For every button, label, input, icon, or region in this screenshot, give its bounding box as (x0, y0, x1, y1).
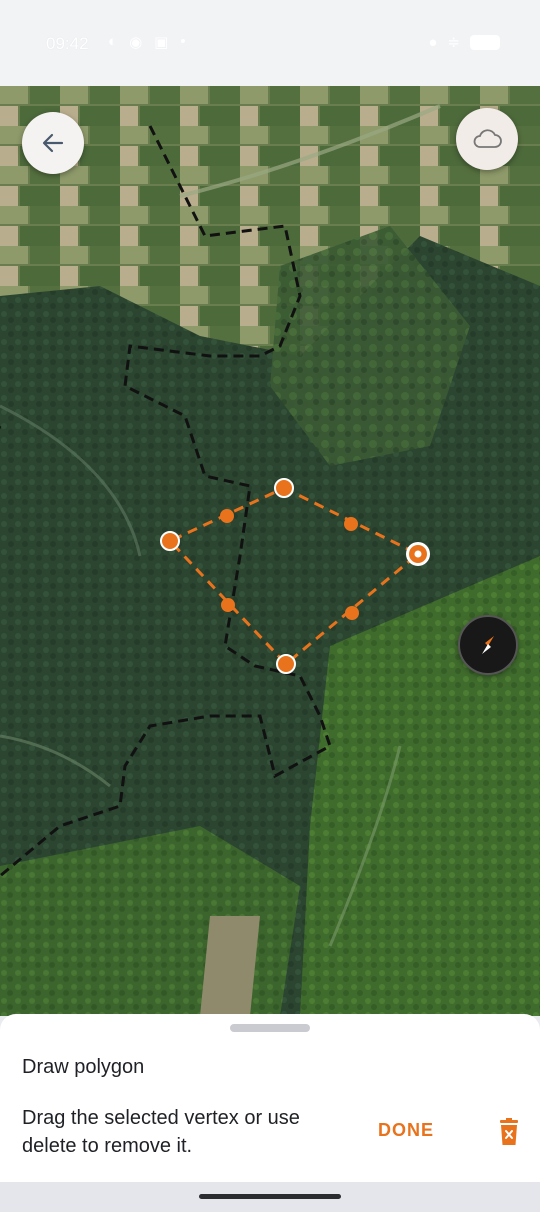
polygon-vertex[interactable] (274, 478, 294, 498)
cloud-button[interactable] (456, 108, 518, 170)
battery-icon (470, 34, 500, 50)
status-icons-right: ● ≑ (428, 33, 500, 51)
midpoint-handle[interactable] (220, 509, 234, 523)
polygon-vertex[interactable] (276, 654, 296, 674)
status-bar: 09:42 ◐ ◉ ▣ • ● ≑ (0, 0, 540, 86)
signal-icon: ● (428, 33, 438, 51)
compass-icon (482, 636, 494, 654)
map-canvas[interactable] (0, 86, 540, 1016)
trash-icon (500, 1118, 518, 1145)
midpoint-handle[interactable] (221, 598, 235, 612)
sheet-handle[interactable] (230, 1024, 310, 1032)
midpoint-handle[interactable] (345, 606, 359, 620)
midpoint-handle[interactable] (344, 517, 358, 531)
sheet-title: Draw polygon (22, 1056, 145, 1078)
polygon-vertex[interactable] (160, 531, 180, 551)
compass-button[interactable] (458, 615, 518, 675)
selected-vertex-center (414, 550, 422, 558)
status-icons-left: ◐ ◉ ▣ • (108, 33, 186, 51)
status-time: 09:42 (46, 34, 89, 53)
sheet-message: Drag the selected vertex or use delete t… (22, 1107, 300, 1157)
wifi-icon: ≑ (447, 34, 460, 51)
dot-icon: • (180, 33, 186, 50)
app-icon: ▣ (154, 34, 169, 51)
satellite-map[interactable] (0, 86, 540, 1016)
done-button[interactable]: DONE (378, 1120, 434, 1141)
media-icon: ◐ (108, 33, 118, 50)
navigation-bar (0, 1182, 540, 1212)
arrow-left-icon (42, 133, 64, 153)
back-button[interactable] (22, 112, 84, 174)
home-gesture-pill[interactable] (199, 1194, 341, 1199)
cloud-icon (473, 129, 502, 148)
delete-vertex-button[interactable] (498, 1118, 520, 1146)
circle-icon: ◉ (129, 34, 143, 51)
bottom-sheet: Draw polygon Drag the selected vertex or… (0, 1014, 540, 1182)
